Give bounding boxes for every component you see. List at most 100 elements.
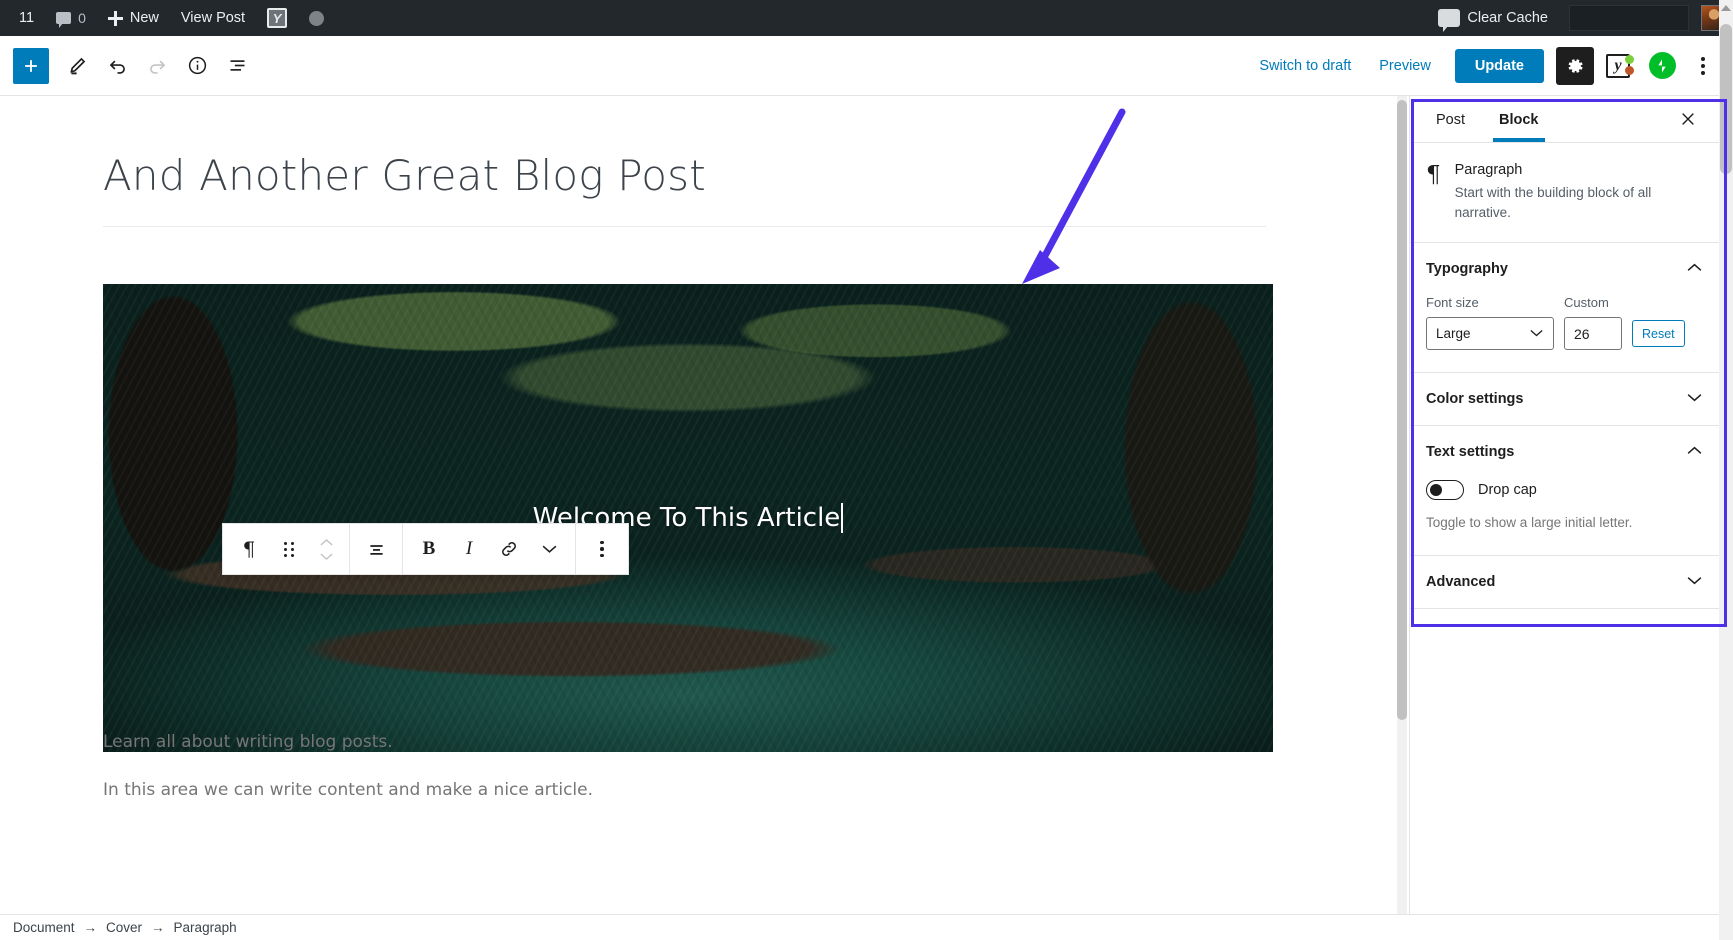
drop-cap-label: Drop cap xyxy=(1478,482,1537,499)
font-size-label: Font size xyxy=(1426,295,1479,311)
preview-button[interactable]: Preview xyxy=(1367,52,1443,80)
block-card-description: Start with the building block of all nar… xyxy=(1454,185,1652,220)
tab-post[interactable]: Post xyxy=(1426,98,1475,141)
edit-mode-button[interactable] xyxy=(59,48,95,84)
settings-gear-button[interactable] xyxy=(1556,46,1594,85)
breadcrumb-item-paragraph[interactable]: Paragraph xyxy=(174,920,237,935)
close-sidebar-button[interactable] xyxy=(1673,104,1703,134)
move-block-buttons[interactable] xyxy=(309,538,343,561)
admin-bar-view-post-label: View Post xyxy=(180,10,246,26)
editor-header-right-group: Switch to draft Preview Update y xyxy=(1247,46,1720,85)
paragraph-block-2[interactable]: In this area we can write content and ma… xyxy=(103,780,1263,800)
paragraph-pilcrow-icon: ¶ xyxy=(1426,162,1441,188)
editor-canvas: And Another Great Blog Post Welcome To T… xyxy=(0,96,1409,914)
block-toolbar-group-options xyxy=(576,523,628,575)
page-scrollbar-thumb[interactable] xyxy=(1720,24,1732,174)
plus-icon xyxy=(107,10,123,26)
panel-advanced-header[interactable]: Advanced xyxy=(1410,556,1719,608)
admin-bar-site-count[interactable]: 11 xyxy=(8,0,45,36)
block-card-text: Paragraph Start with the building block … xyxy=(1455,162,1703,222)
drop-cap-row: Drop cap xyxy=(1426,478,1703,501)
block-type-button[interactable]: ¶ xyxy=(229,527,269,571)
jetpack-icon xyxy=(1648,52,1676,79)
chevron-up-icon xyxy=(1686,260,1703,278)
custom-size-input[interactable]: 26 xyxy=(1564,317,1622,351)
block-toolbar: ¶ B I xyxy=(222,523,629,575)
drag-handle-button[interactable] xyxy=(269,527,309,571)
scroll-up-arrow-icon[interactable] xyxy=(1721,5,1731,11)
reset-font-size-button[interactable]: Reset xyxy=(1632,320,1685,348)
status-dot-icon xyxy=(309,10,325,26)
list-view-button[interactable] xyxy=(219,48,255,84)
admin-bar-search-field[interactable] xyxy=(1569,5,1689,31)
panel-color-settings-header[interactable]: Color settings xyxy=(1410,373,1719,425)
comment-count-label: 0 xyxy=(78,10,86,26)
kebab-menu-icon xyxy=(600,540,604,558)
admin-bar-comments[interactable]: 0 xyxy=(45,0,97,36)
yoast-seo-icon: Y xyxy=(267,8,288,28)
font-size-select[interactable]: Large xyxy=(1426,317,1554,351)
add-block-button[interactable] xyxy=(13,47,49,84)
admin-bar-yoast[interactable]: Y xyxy=(256,0,298,36)
admin-bar-new[interactable]: New xyxy=(97,0,170,36)
update-button[interactable]: Update xyxy=(1454,48,1544,83)
wp-admin-bar: 11 0 New View Post Y Clear Cache xyxy=(0,0,1733,36)
clear-cache-label: Clear Cache xyxy=(1467,10,1548,26)
undo-button[interactable] xyxy=(99,48,135,84)
bold-button[interactable]: B xyxy=(409,527,449,571)
admin-bar-right-group: Clear Cache xyxy=(1427,0,1733,36)
jetpack-button[interactable] xyxy=(1642,47,1682,85)
font-size-controls: Font size Large Custom 26 Reset xyxy=(1426,295,1703,351)
yoast-seo-button[interactable]: y xyxy=(1598,47,1638,85)
font-size-select-group: Font size Large xyxy=(1426,295,1554,351)
panel-text-settings: Text settings Drop cap Toggle to show a … xyxy=(1410,426,1719,557)
switch-to-draft-button[interactable]: Switch to draft xyxy=(1247,52,1363,80)
panel-typography: Typography Font size Large Custom 26 Res… xyxy=(1410,243,1719,374)
tab-block[interactable]: Block xyxy=(1489,98,1549,142)
admin-bar-left-group: 11 0 New View Post Y xyxy=(0,0,335,36)
panel-text-settings-body: Drop cap Toggle to show a large initial … xyxy=(1410,478,1719,555)
site-count-label: 11 xyxy=(19,10,35,26)
chevron-up-icon xyxy=(1686,443,1703,461)
page-title[interactable]: And Another Great Blog Post xyxy=(103,151,1263,200)
more-rich-text-button[interactable] xyxy=(529,527,569,571)
wordpress-block-editor: 11 0 New View Post Y Clear Cache Switch … xyxy=(0,0,1733,940)
editor-header-toolbar: Switch to draft Preview Update y xyxy=(0,36,1733,96)
canvas-scrollbar-thumb[interactable] xyxy=(1397,100,1407,720)
redo-button[interactable] xyxy=(139,48,175,84)
cover-block[interactable]: Welcome To This Article xyxy=(103,284,1273,752)
move-up-icon xyxy=(319,538,333,546)
panel-advanced: Advanced xyxy=(1410,556,1719,610)
redo-arrow-icon xyxy=(149,60,165,74)
panel-text-settings-title: Text settings xyxy=(1426,444,1515,461)
align-center-icon xyxy=(369,544,383,555)
admin-bar-view-post[interactable]: View Post xyxy=(170,0,256,36)
text-caret xyxy=(841,503,844,533)
block-toolbar-group-align xyxy=(350,523,403,575)
admin-bar-clear-cache[interactable]: Clear Cache xyxy=(1427,0,1559,36)
link-icon xyxy=(502,542,516,556)
link-button[interactable] xyxy=(489,527,529,571)
drop-cap-toggle[interactable] xyxy=(1426,480,1464,501)
panel-typography-header[interactable]: Typography xyxy=(1410,243,1719,295)
close-x-icon xyxy=(1682,113,1694,125)
chevron-down-icon xyxy=(1686,573,1703,591)
cover-block-paragraph[interactable]: Welcome To This Article xyxy=(103,284,1273,752)
breadcrumb-separator: → xyxy=(83,920,98,935)
details-info-button[interactable] xyxy=(179,48,215,84)
speech-bubble-icon xyxy=(1438,9,1461,32)
more-options-button[interactable] xyxy=(1686,47,1720,85)
panel-text-settings-header[interactable]: Text settings xyxy=(1410,426,1719,478)
drag-handle-icon xyxy=(283,541,295,557)
breadcrumb-separator: → xyxy=(151,920,165,935)
breadcrumb-item-cover[interactable]: Cover xyxy=(106,920,142,935)
custom-size-group: Custom 26 xyxy=(1564,295,1622,351)
plus-icon xyxy=(25,59,37,72)
admin-bar-status[interactable] xyxy=(298,0,335,36)
breadcrumb-item-document[interactable]: Document xyxy=(13,920,75,935)
block-toolbar-group-format: B I xyxy=(403,523,576,575)
block-options-button[interactable] xyxy=(582,527,622,571)
italic-button[interactable]: I xyxy=(449,527,489,571)
sidebar-tabs: Post Block xyxy=(1410,96,1719,143)
align-text-button[interactable] xyxy=(356,527,396,571)
